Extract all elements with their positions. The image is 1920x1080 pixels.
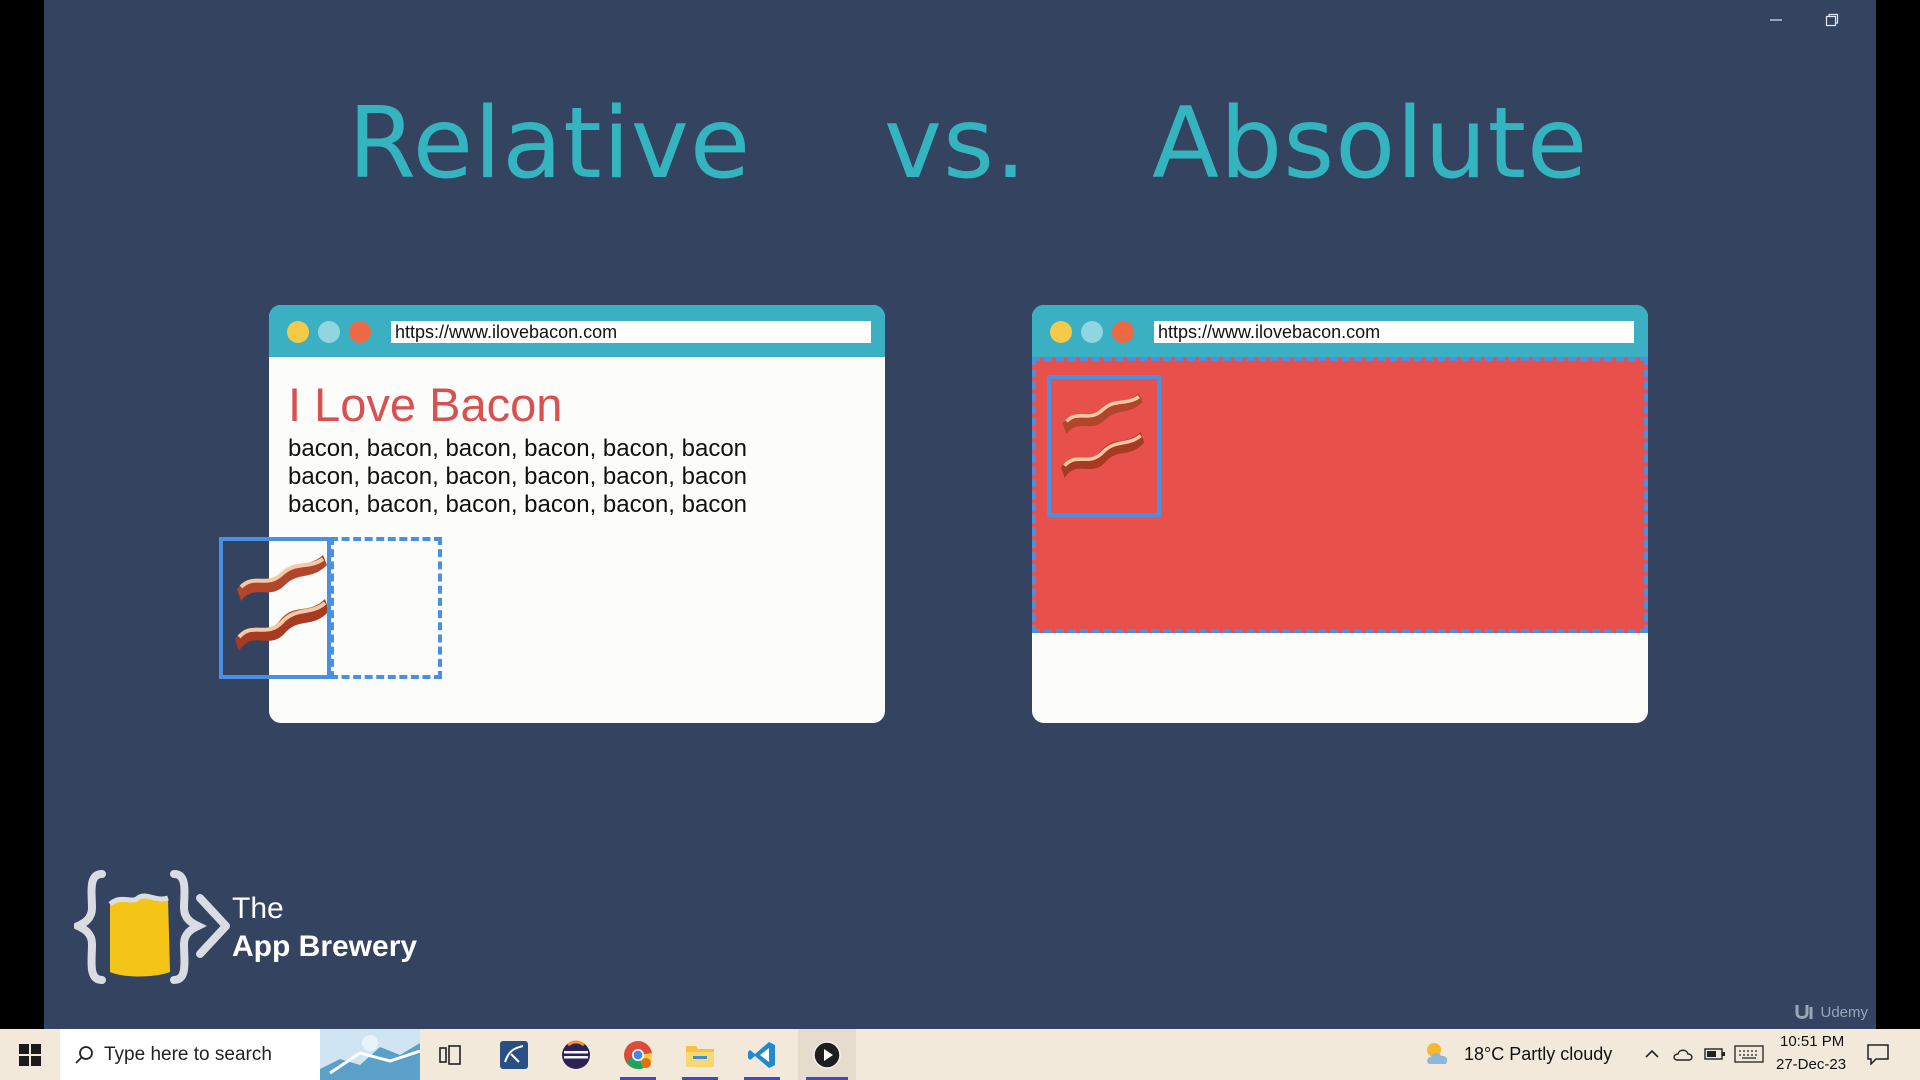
eclipse-icon[interactable] <box>550 1029 602 1080</box>
bacon-text-line: bacon, bacon, bacon, bacon, bacon, bacon <box>288 435 748 462</box>
bacon-text-line: bacon, bacon, bacon, bacon, bacon, bacon <box>288 463 748 490</box>
clock-time[interactable]: 10:51 PM <box>1780 1033 1844 1050</box>
relative-browser-illustration: https://www.ilovebacon.com I Love Bacon … <box>219 305 885 723</box>
taskbar: Type here to search 18°C Partly cloudy 1… <box>0 1029 1920 1080</box>
close-icon[interactable] <box>1866 4 1876 36</box>
windows-start-icon[interactable] <box>0 1029 60 1080</box>
browser-bar: https://www.ilovebacon.com <box>269 305 885 357</box>
file-explorer-icon[interactable] <box>674 1029 726 1080</box>
yellow-dot-icon <box>287 321 309 343</box>
browser-bar: https://www.ilovebacon.com <box>1032 305 1648 357</box>
onedrive-icon[interactable] <box>1672 1046 1694 1062</box>
url-bar: https://www.ilovebacon.com <box>391 321 871 343</box>
yellow-dot-icon <box>1050 321 1072 343</box>
url-bar: https://www.ilovebacon.com <box>1154 321 1634 343</box>
minimize-icon[interactable] <box>1754 4 1798 36</box>
app-brewery-logo-icon <box>74 870 230 984</box>
chrome-icon[interactable] <box>612 1029 664 1080</box>
cyan-dot-icon <box>318 321 340 343</box>
logo-text-app-brewery: App Brewery <box>232 930 418 963</box>
title-relative: Relative <box>348 87 752 201</box>
original-position-outline <box>330 537 442 679</box>
vscode-icon[interactable] <box>736 1029 788 1080</box>
relative-positioned-element <box>219 537 331 679</box>
battery-icon[interactable] <box>1704 1046 1726 1062</box>
logo-text-the: The <box>232 892 284 925</box>
udemy-watermark-text: Udemy <box>1820 1003 1868 1021</box>
udemy-watermark: Udemy <box>1794 1003 1868 1021</box>
title-absolute: Absolute <box>1152 87 1589 201</box>
bacon-text-line: bacon, bacon, bacon, bacon, bacon, bacon <box>288 491 748 518</box>
search-placeholder: Type here to search <box>104 1043 272 1065</box>
cyan-dot-icon <box>1081 321 1103 343</box>
orange-dot-icon <box>1112 321 1134 343</box>
absolute-browser-illustration: https://www.ilovebacon.com <box>1032 305 1648 723</box>
clock-date[interactable]: 27-Dec-23 <box>1776 1056 1846 1073</box>
search-highlight-image-icon <box>320 1029 420 1080</box>
taskbar-search-box[interactable]: Type here to search <box>60 1029 420 1080</box>
orange-dot-icon <box>349 321 371 343</box>
chevron-up-icon[interactable] <box>1644 1048 1660 1060</box>
title-vs: vs. <box>884 87 1028 201</box>
udemy-logo-icon <box>1795 1005 1813 1019</box>
mysql-workbench-icon[interactable] <box>488 1029 540 1080</box>
media-player-icon[interactable] <box>798 1029 856 1080</box>
weather-partly-cloudy-icon[interactable] <box>1422 1040 1454 1068</box>
restore-icon[interactable] <box>1810 4 1854 36</box>
search-icon <box>75 1045 93 1064</box>
absolute-positioned-element <box>1047 375 1161 517</box>
notifications-icon[interactable] <box>1866 1043 1890 1065</box>
keyboard-icon[interactable] <box>1734 1045 1764 1063</box>
page-heading: I Love Bacon <box>288 378 563 431</box>
task-view-icon[interactable] <box>424 1029 476 1080</box>
weather-text[interactable]: 18°C Partly cloudy <box>1464 1044 1612 1065</box>
slide: Relative vs. Absolute https://www.iloveb… <box>44 0 1876 1029</box>
